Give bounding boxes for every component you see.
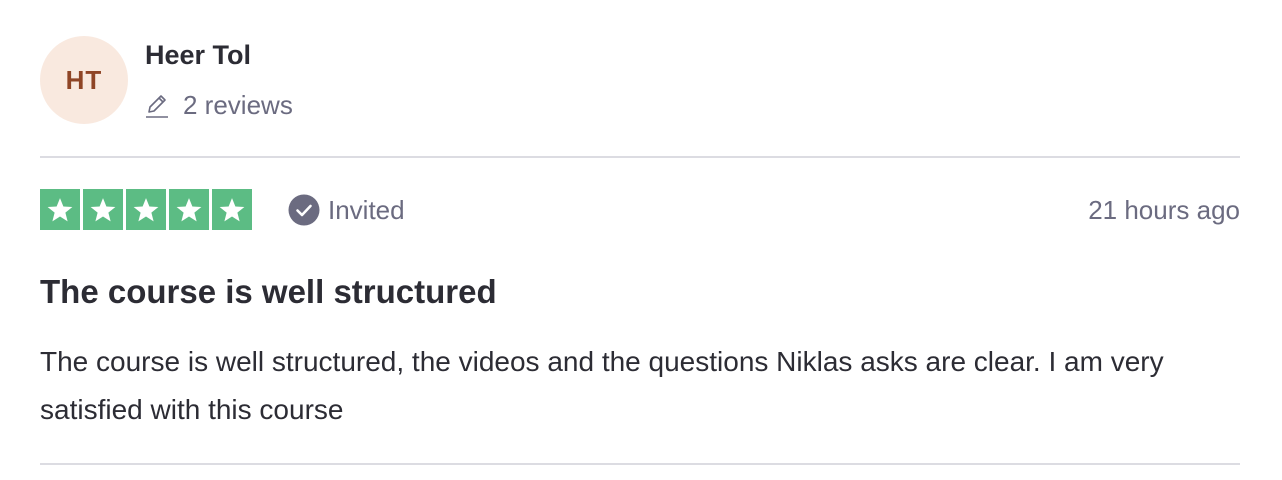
invited-badge[interactable]: Invited [288,194,405,226]
star-icon [169,189,209,230]
star-icon [212,189,252,230]
check-circle-icon [288,194,320,226]
reviews-count: 2 reviews [183,89,293,120]
reviews-count-row: 2 reviews [145,89,293,121]
review-title[interactable]: The course is well structured [40,273,497,311]
review-body: The course is well structured, the video… [40,346,1164,425]
star-icon [126,189,166,230]
pencil-icon [146,95,168,118]
star-rating [40,189,252,230]
divider-top [40,156,1240,158]
divider-bottom [40,463,1240,465]
review-card: HT Heer Tol 2 reviews Invited 21 hours a… [0,0,1282,480]
avatar-initials: HT [65,64,103,95]
invited-label: Invited [328,194,405,225]
avatar[interactable]: HT [40,36,128,124]
consumer-name[interactable]: Heer Tol [145,40,251,71]
star-icon [83,189,123,230]
star-icon [40,189,80,230]
review-date: 21 hours ago [1088,195,1240,225]
